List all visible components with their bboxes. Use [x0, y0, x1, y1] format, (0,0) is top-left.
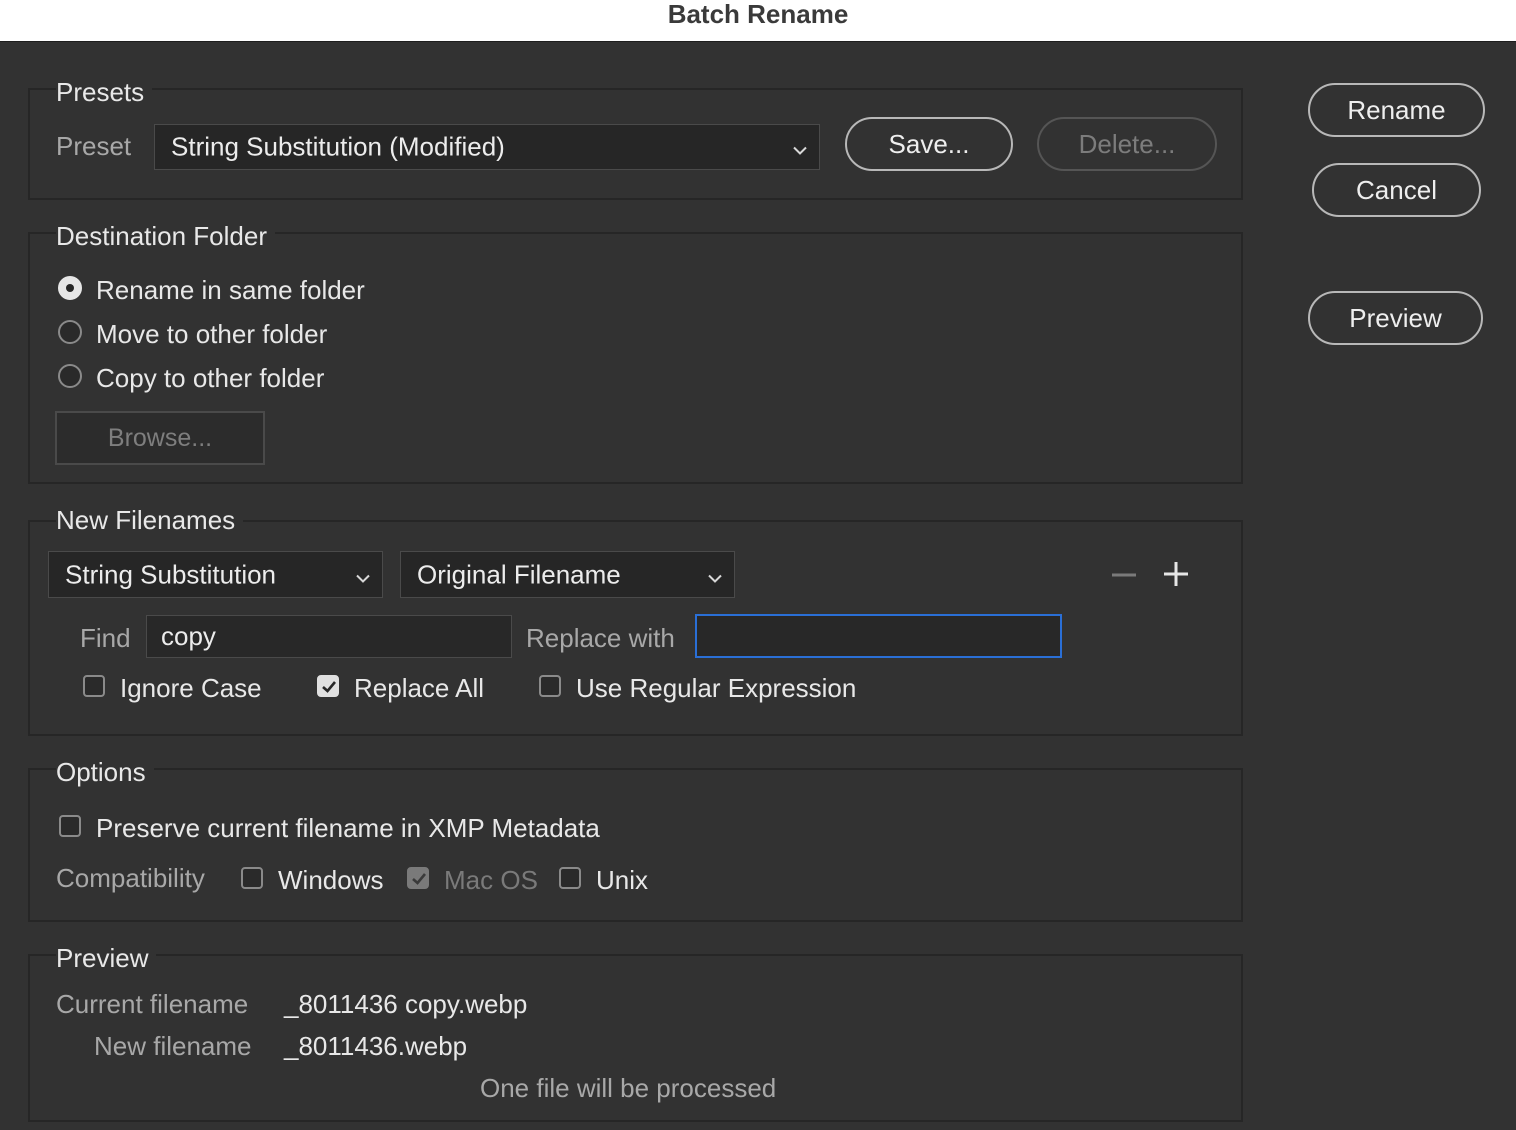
new-filename-label: New filename [94, 1031, 252, 1061]
replace-all-label[interactable]: Replace All [354, 673, 484, 703]
title-bar: Batch Rename [0, 0, 1516, 42]
window-title: Batch Rename [667, 0, 849, 29]
rename-type-select[interactable]: String Substitution [48, 551, 383, 598]
options-legend: Options [56, 757, 154, 787]
replace-all-checkbox[interactable] [317, 675, 339, 697]
move-other-folder-radio[interactable] [58, 320, 82, 344]
rename-type-value: String Substitution [65, 559, 277, 589]
ignore-case-label[interactable]: Ignore Case [120, 673, 262, 703]
copy-other-folder-label[interactable]: Copy to other folder [96, 363, 324, 393]
save-preset-button[interactable]: Save... [845, 117, 1013, 171]
use-regex-label[interactable]: Use Regular Expression [576, 673, 856, 703]
current-filename-value: _8011436 copy.webp [284, 989, 528, 1019]
find-input[interactable]: copy [146, 615, 512, 658]
unix-label[interactable]: Unix [596, 865, 648, 895]
preset-select-value: String Substitution (Modified) [171, 131, 505, 162]
cancel-button[interactable]: Cancel [1312, 163, 1481, 217]
windows-label[interactable]: Windows [278, 865, 383, 895]
preview-legend: Preview [56, 943, 157, 973]
minus-icon[interactable] [1110, 562, 1138, 591]
windows-checkbox[interactable] [241, 867, 263, 889]
copy-other-folder-radio[interactable] [58, 364, 82, 388]
preset-label: Preset [56, 131, 132, 161]
find-input-value: copy [161, 621, 216, 651]
chevron-down-icon [708, 559, 722, 590]
use-regex-checkbox[interactable] [539, 675, 561, 697]
rename-same-folder-label[interactable]: Rename in same folder [96, 275, 365, 305]
macos-checkbox [407, 867, 429, 889]
compatibility-label: Compatibility [56, 863, 205, 893]
delete-preset-button[interactable]: Delete... [1037, 117, 1217, 171]
options-group [28, 768, 1243, 922]
chevron-down-icon [793, 132, 807, 163]
checkmark-icon [412, 873, 426, 885]
unix-checkbox[interactable] [559, 867, 581, 889]
find-label: Find [80, 623, 131, 653]
preserve-filename-label[interactable]: Preserve current filename in XMP Metadat… [96, 813, 600, 843]
destination-legend: Destination Folder [56, 221, 275, 251]
rename-source-select[interactable]: Original Filename [400, 551, 735, 598]
move-other-folder-label[interactable]: Move to other folder [96, 319, 327, 349]
preserve-filename-checkbox[interactable] [59, 815, 81, 837]
current-filename-label: Current filename [56, 989, 249, 1019]
process-status: One file will be processed [480, 1073, 777, 1103]
chevron-down-icon [356, 559, 370, 590]
checkmark-icon [322, 681, 336, 693]
preset-select[interactable]: String Substitution (Modified) [154, 124, 820, 170]
plus-icon[interactable] [1162, 560, 1190, 593]
presets-legend: Presets [56, 77, 153, 107]
preview-button[interactable]: Preview [1308, 291, 1483, 345]
ignore-case-checkbox[interactable] [83, 675, 105, 697]
replace-with-input[interactable] [695, 614, 1062, 658]
macos-label: Mac OS [444, 865, 538, 895]
rename-source-value: Original Filename [417, 559, 621, 589]
browse-button[interactable]: Browse... [55, 411, 265, 465]
rename-same-folder-radio[interactable] [58, 276, 82, 300]
replace-with-label: Replace with [526, 623, 675, 653]
rename-button[interactable]: Rename [1308, 83, 1485, 137]
new-filename-value: _8011436.webp [284, 1031, 468, 1061]
new-filenames-legend: New Filenames [56, 505, 244, 535]
